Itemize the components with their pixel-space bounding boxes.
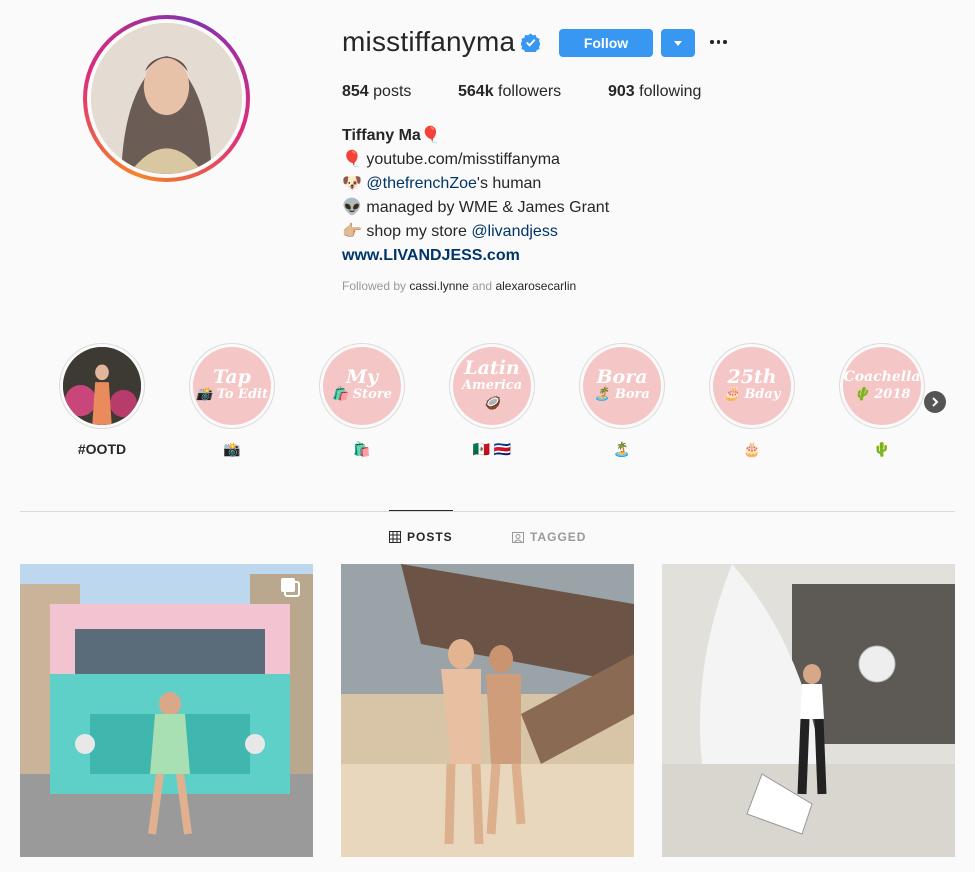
highlight-cover: My 🛍️ Store <box>323 347 401 425</box>
chevron-down-icon <box>674 40 682 46</box>
highlight-bora-bora[interactable]: Bora 🏝️ Bora 🏝️ <box>579 343 665 459</box>
highlight-cover: 25th 🎂 Bday <box>713 347 791 425</box>
post-image <box>20 564 313 857</box>
mention-livandjess[interactable]: @livandjess <box>471 223 558 240</box>
highlights-next-button[interactable] <box>924 391 946 413</box>
bio-youtube-text: youtube.com/misstiffanyma <box>366 151 560 168</box>
post-thumbnail[interactable] <box>341 564 634 857</box>
followers-link[interactable]: 564k followers <box>458 83 561 101</box>
profile-bio: Tiffany Ma🎈 🎈 youtube.com/misstiffanyma … <box>342 127 610 264</box>
highlight-latin-america[interactable]: Latin America 🥥 🇲🇽 🇨🇷 <box>449 343 535 459</box>
tabs-divider <box>20 511 955 512</box>
alien-emoji: 👽 <box>342 199 362 216</box>
post-image <box>341 564 634 857</box>
highlight-cover: Bora 🏝️ Bora <box>583 347 661 425</box>
highlight-tap-to-edit[interactable]: Tap 📸 To Edit 📸 <box>189 343 275 459</box>
tagged-icon <box>512 532 524 543</box>
mention-thefrenchzoe[interactable]: @thefrenchZoe <box>366 175 477 192</box>
balloon-emoji: 🎈 <box>342 151 362 168</box>
highlight-cover <box>63 347 141 425</box>
suggestions-dropdown-button[interactable] <box>661 29 695 57</box>
dog-emoji: 🐶 <box>342 175 362 192</box>
grid-icon <box>389 531 401 543</box>
follower-alexarosecarlin[interactable]: alexarosecarlin <box>495 279 576 293</box>
full-name: Tiffany Ma <box>342 127 421 144</box>
followed-by: Followed by cassi.lynne and alexarosecar… <box>342 279 577 293</box>
posts-count: 854 posts <box>342 83 412 100</box>
active-tab-indicator <box>389 510 453 511</box>
post-thumbnail[interactable] <box>662 564 955 857</box>
bio-management-text: managed by WME & James Grant <box>366 199 610 216</box>
pointing-emoji: 👉🏼 <box>342 223 362 240</box>
highlight-coachella[interactable]: Coachella 🌵 2018 🌵 <box>839 343 925 459</box>
highlight-cover: Tap 📸 To Edit <box>193 347 271 425</box>
highlight-cover: Coachella 🌵 2018 <box>843 347 921 425</box>
profile-avatar[interactable] <box>83 15 250 182</box>
highlight-ootd[interactable]: #OOTD <box>59 343 145 459</box>
website-link[interactable]: www.LIVANDJESS.com <box>342 247 520 264</box>
carousel-icon <box>281 578 300 597</box>
profile-username: misstiffanyma <box>342 26 516 57</box>
verified-badge-icon <box>521 33 540 52</box>
post-image <box>662 564 955 857</box>
tab-tagged[interactable]: TAGGED <box>512 530 586 544</box>
tab-posts[interactable]: POSTS <box>389 530 453 544</box>
highlight-25th-bday[interactable]: 25th 🎂 Bday 🎂 <box>709 343 795 459</box>
balloon-emoji: 🎈 <box>420 127 441 144</box>
highlight-my-store[interactable]: My 🛍️ Store 🛍️ <box>319 343 405 459</box>
post-thumbnail[interactable] <box>20 564 313 857</box>
highlight-cover: Latin America 🥥 <box>453 347 531 425</box>
chevron-right-icon <box>932 397 939 407</box>
follow-button[interactable]: Follow <box>559 29 653 57</box>
follower-cassi-lynne[interactable]: cassi.lynne <box>409 279 468 293</box>
more-dots-icon <box>710 40 714 44</box>
following-link[interactable]: 903 following <box>608 83 701 101</box>
avatar-photo <box>91 23 242 174</box>
more-options-button[interactable] <box>710 35 728 49</box>
